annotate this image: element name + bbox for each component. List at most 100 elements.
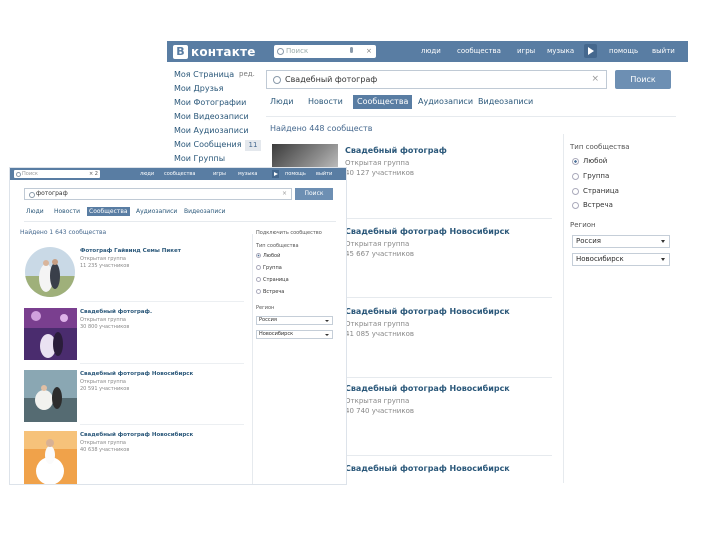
result-type: Открытая группа	[80, 379, 126, 385]
community-avatar[interactable]	[24, 308, 77, 360]
filter-type-event[interactable]: Встреча	[256, 289, 284, 295]
result-separator	[80, 301, 244, 302]
topnav-logout[interactable]: выйти	[316, 170, 332, 178]
filter-type-page[interactable]: Страница	[572, 187, 619, 195]
result-separator	[343, 377, 552, 378]
result-type: Открытая группа	[345, 320, 410, 328]
filter-type-group[interactable]: Группа	[572, 172, 609, 180]
community-avatar[interactable]	[24, 370, 77, 422]
radio-selected-icon	[572, 157, 579, 165]
wedding-couple-photo	[24, 370, 77, 422]
tab-people[interactable]: Люди	[270, 95, 293, 109]
tab-video[interactable]: Видеозаписи	[184, 207, 225, 216]
tab-people[interactable]: Люди	[26, 207, 44, 216]
filter-type-page[interactable]: Страница	[256, 277, 289, 283]
divider	[266, 116, 676, 117]
city-select[interactable]: Новосибирск	[572, 253, 670, 266]
result-title[interactable]: Свадебный фотограф Новосибирск	[345, 307, 555, 316]
result-title[interactable]: Свадебный фотограф Новосибирск	[345, 384, 555, 393]
play-icon[interactable]	[272, 170, 279, 178]
result-item: Свадебный фотограф Новосибирск Открытая …	[345, 227, 555, 258]
topnav-music[interactable]: музыка	[238, 170, 257, 178]
result-title[interactable]: Свадебный фотограф	[345, 146, 555, 155]
search-icon	[273, 76, 281, 84]
city-select[interactable]: Новосибирск	[256, 330, 333, 339]
topnav-help[interactable]: помощь	[285, 170, 306, 178]
filter-region-heading: Регион	[256, 305, 275, 311]
result-title[interactable]: Свадебный фотограф Новосибирск	[80, 371, 240, 377]
vk-logo[interactable]: В контакте	[173, 44, 256, 59]
front-browser-window: Поиск × 2 люди сообщества игры музыка по…	[10, 168, 346, 484]
radio-icon	[572, 201, 579, 209]
result-item: Свадебный фотограф Новосибирск	[345, 464, 555, 473]
result-separator	[343, 455, 552, 456]
filter-type-heading: Тип сообщества	[570, 143, 630, 151]
community-avatar[interactable]	[24, 246, 77, 298]
close-icon[interactable]: ×	[366, 45, 372, 58]
topnav-people[interactable]: люди	[421, 45, 441, 58]
tab-communities[interactable]: Сообщества	[87, 207, 130, 216]
header-search-input[interactable]: Поиск ×	[274, 45, 376, 58]
tab-news[interactable]: Новости	[54, 207, 80, 216]
topnav-music[interactable]: музыка	[547, 45, 574, 58]
sidebar-item-groups[interactable]: Мои Группы	[174, 154, 225, 163]
topnav-help[interactable]: помощь	[609, 45, 638, 58]
column-divider	[252, 234, 253, 484]
radio-icon	[572, 187, 579, 195]
chevron-down-icon	[325, 334, 329, 336]
country-select[interactable]: Россия	[572, 235, 670, 248]
country-select[interactable]: Россия	[256, 316, 333, 325]
radio-label: Любой	[263, 253, 281, 259]
result-title[interactable]: Свадебный фотограф Новосибирск	[80, 432, 240, 438]
radio-label: Страница	[583, 187, 619, 195]
top-header-bar: В контакте Поиск × люди сообщества игры …	[167, 41, 688, 62]
filter-type-event[interactable]: Встреча	[572, 201, 613, 209]
filter-type-any[interactable]: Любой	[256, 253, 280, 259]
search-icon	[277, 48, 284, 55]
tab-news[interactable]: Новости	[308, 95, 343, 109]
radio-icon	[256, 277, 261, 282]
result-item: Свадебный фотограф Новосибирск Открытая …	[345, 307, 555, 338]
sidebar-item-videos[interactable]: Мои Видеозаписи	[174, 112, 249, 121]
result-title[interactable]: Свадебный фотограф Новосибирск	[345, 227, 555, 236]
close-icon[interactable]: × 2	[89, 170, 98, 178]
tab-communities[interactable]: Сообщества	[353, 95, 413, 109]
tab-audio[interactable]: Аудиозаписи	[136, 207, 177, 216]
sidebar-item-my-page[interactable]: Моя Страница	[174, 70, 234, 79]
topnav-people[interactable]: люди	[140, 170, 154, 178]
clear-search-icon[interactable]: ×	[591, 71, 599, 88]
sidebar-item-friends[interactable]: Мои Друзья	[174, 84, 223, 93]
tab-audio[interactable]: Аудиозаписи	[418, 95, 473, 109]
search-button[interactable]: Поиск	[295, 188, 333, 200]
header-search-input[interactable]: Поиск × 2	[14, 170, 100, 178]
sidebar-item-messages[interactable]: Мои Сообщения	[174, 140, 242, 149]
result-title[interactable]: Свадебный фотограф.	[80, 309, 240, 315]
radio-label: Группа	[263, 265, 282, 271]
topnav-communities[interactable]: сообщества	[457, 45, 501, 58]
filter-type-group[interactable]: Группа	[256, 265, 282, 271]
community-avatar[interactable]	[24, 431, 77, 484]
clear-search-icon[interactable]: ×	[282, 189, 287, 199]
result-members: 20 591 участников	[80, 386, 130, 392]
filter-type-any[interactable]: Любой	[572, 157, 607, 165]
tab-video[interactable]: Видеозаписи	[478, 95, 533, 109]
play-icon[interactable]	[584, 44, 597, 58]
filter-type-heading: Тип сообщества	[256, 243, 299, 249]
community-search-input[interactable]: фотограф ×	[24, 188, 292, 200]
search-button[interactable]: Поиск	[615, 70, 671, 89]
microphone-icon[interactable]	[350, 47, 353, 53]
sidebar-item-photos[interactable]: Мои Фотографии	[174, 98, 246, 107]
result-title[interactable]: Свадебный фотограф Новосибирск	[345, 464, 555, 473]
result-title[interactable]: Фотограф Гайвинд Семы Пикет	[80, 248, 240, 254]
city-value: Новосибирск	[576, 255, 624, 263]
result-item: Свадебный фотограф Новосибирск Открытая …	[80, 371, 240, 392]
sidebar-edit-link[interactable]: ред.	[239, 70, 255, 78]
topnav-games[interactable]: игры	[517, 45, 535, 58]
sidebar-item-audio[interactable]: Мои Аудиозаписи	[174, 126, 249, 135]
result-members: 40 740 участников	[345, 407, 414, 415]
topnav-games[interactable]: игры	[213, 170, 226, 178]
radio-label: Любой	[583, 157, 608, 165]
community-search-input[interactable]: Свадебный фотограф ×	[266, 70, 607, 89]
topnav-communities[interactable]: сообщества	[164, 170, 195, 178]
topnav-logout[interactable]: выйти	[652, 45, 675, 58]
